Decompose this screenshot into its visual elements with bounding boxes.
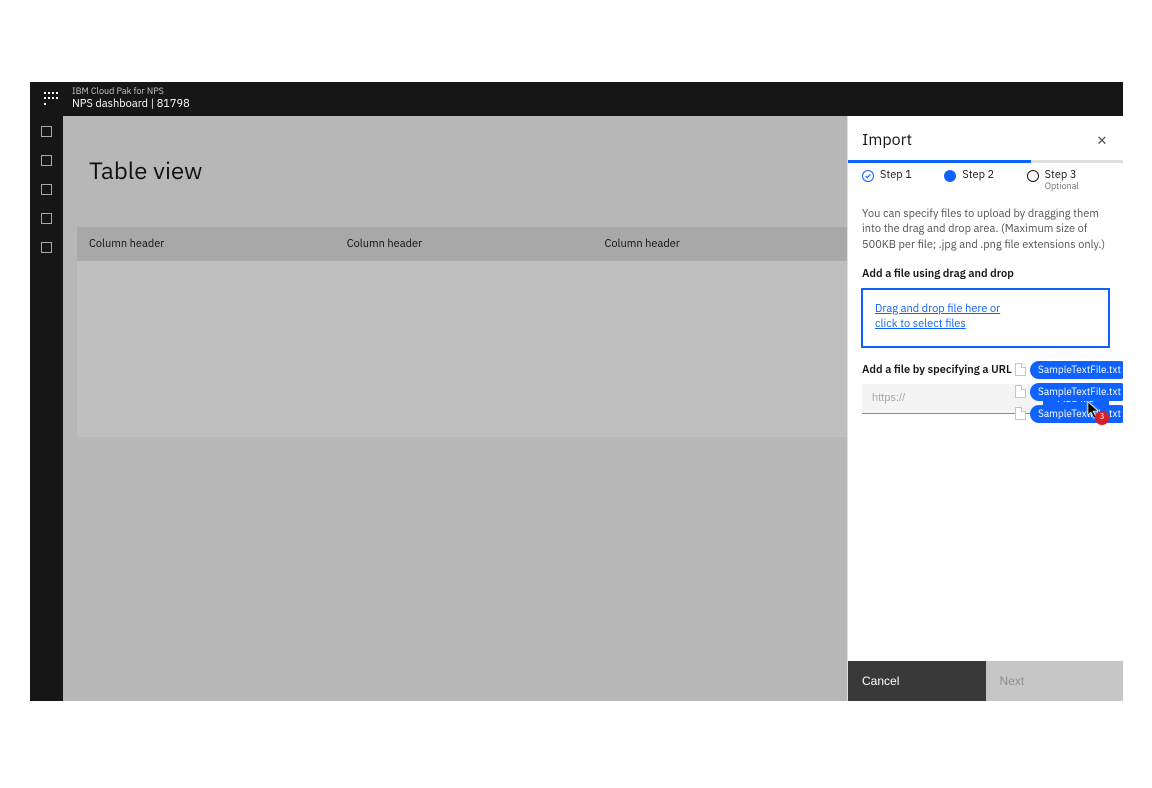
drag-file-name: SampleTextFile.txt — [1030, 361, 1123, 379]
step-3[interactable]: Step 3 Optional — [1027, 169, 1109, 193]
panel-header: Import ✕ — [848, 116, 1123, 160]
step-2[interactable]: Step 2 — [944, 169, 1026, 193]
document-icon — [1015, 407, 1026, 420]
upcoming-step-icon — [1027, 170, 1039, 182]
page-name: NPS dashboard | 81798 — [72, 98, 190, 111]
panel-body: You can specify files to upload by dragg… — [848, 193, 1123, 661]
side-nav-item[interactable] — [41, 242, 52, 253]
step-label: Step 1 — [880, 169, 912, 182]
drag-file-name: SampleTextFile.txt — [1030, 383, 1123, 401]
drag-count-badge: 3 — [1095, 411, 1109, 425]
step-1[interactable]: Step 1 — [862, 169, 944, 193]
document-icon — [1015, 385, 1026, 398]
panel-title: Import — [862, 130, 912, 150]
side-nav — [30, 116, 63, 701]
panel-footer: Cancel Next — [848, 661, 1123, 701]
app-frame: IBM Cloud Pak for NPS NPS dashboard | 81… — [30, 82, 1123, 701]
side-nav-item[interactable] — [41, 126, 52, 137]
cancel-button[interactable]: Cancel — [848, 661, 986, 701]
close-icon[interactable]: ✕ — [1095, 133, 1109, 147]
side-nav-item[interactable] — [41, 213, 52, 224]
step-label: Step 2 — [962, 169, 994, 182]
side-nav-item[interactable] — [41, 155, 52, 166]
panel-description: You can specify files to upload by dragg… — [862, 207, 1109, 253]
url-input[interactable] — [862, 384, 1037, 414]
drop-link[interactable]: Drag and drop file here or click to sele… — [875, 302, 1005, 333]
app-switcher-icon[interactable] — [44, 92, 58, 106]
top-titles: IBM Cloud Pak for NPS NPS dashboard | 81… — [72, 87, 190, 111]
drag-file-item: SampleTextFile.txt — [1015, 383, 1123, 401]
file-drop-zone[interactable]: Drag and drop file here or click to sele… — [862, 289, 1109, 347]
body-area: Table view Column header Column header C… — [30, 116, 1123, 701]
top-bar: IBM Cloud Pak for NPS NPS dashboard | 81… — [30, 82, 1123, 116]
drop-label: Add a file using drag and drop — [862, 267, 1109, 282]
document-icon — [1015, 363, 1026, 376]
import-panel: Import ✕ Step 1 Step 2 — [847, 116, 1123, 701]
side-nav-item[interactable] — [41, 184, 52, 195]
drag-file-item: SampleTextFile.txt — [1015, 361, 1123, 379]
next-button[interactable]: Next — [986, 661, 1124, 701]
steps-row: Step 1 Step 2 Step 3 Optional — [848, 163, 1123, 193]
step-sublabel: Optional — [1045, 182, 1079, 193]
current-step-icon — [944, 170, 956, 182]
check-circle-icon — [862, 170, 874, 182]
drag-file-name: SampleTextFile.txt — [1030, 405, 1123, 423]
